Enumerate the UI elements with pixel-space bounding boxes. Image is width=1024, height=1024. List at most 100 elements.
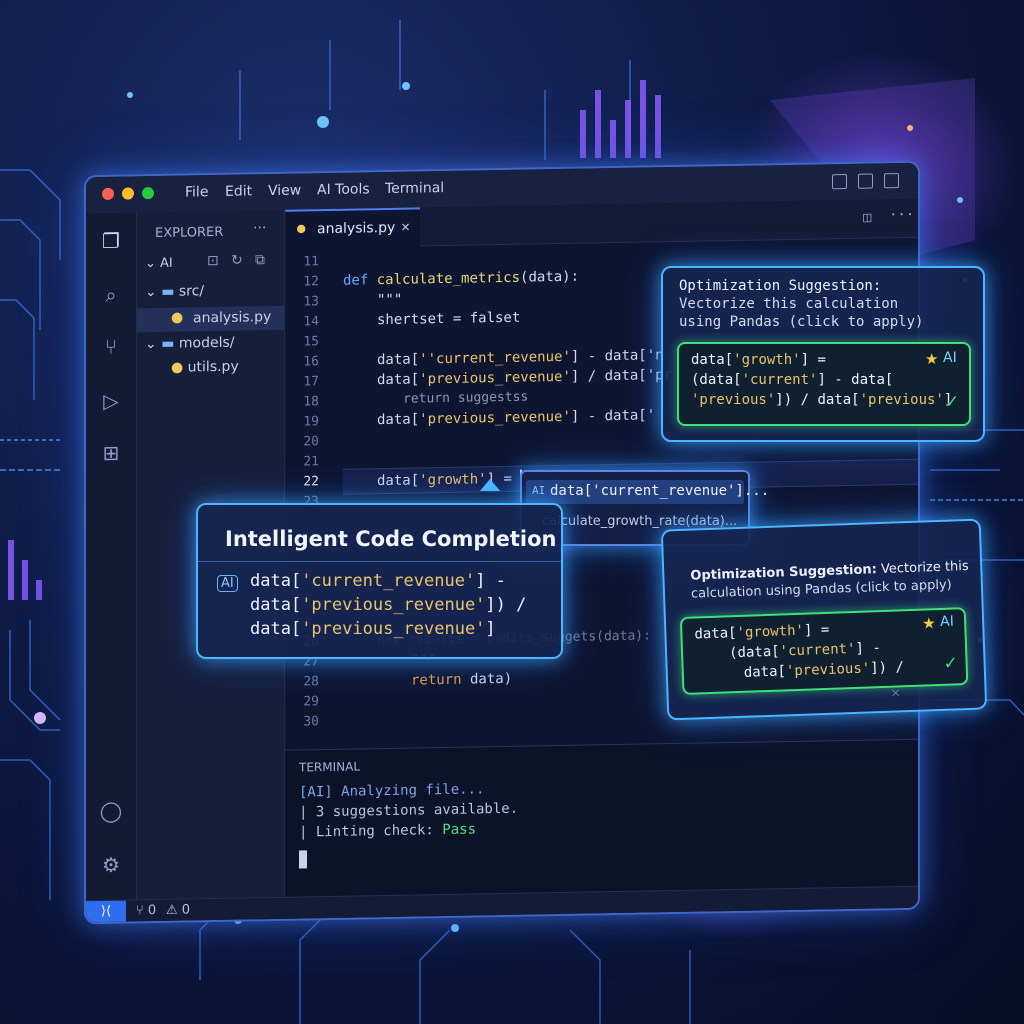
menu-terminal[interactable]: Terminal	[385, 180, 444, 197]
optimization-suggestion-bottom[interactable]: Optimization Suggestion: Vectorize this …	[660, 518, 988, 721]
toggle-panel-icon[interactable]	[858, 173, 873, 189]
run-debug-icon[interactable]: ▷	[99, 389, 123, 413]
python-file-icon: ●	[171, 309, 184, 326]
apply-check-icon[interactable]: ✓	[945, 392, 959, 412]
layout-icon[interactable]	[884, 173, 899, 189]
line-number: 15	[303, 334, 319, 350]
suggestion-code-line: data['growth'] =	[694, 621, 830, 643]
suggestion-code-line: data['previous']) /	[743, 659, 905, 681]
line-number: 16	[303, 354, 319, 370]
tree-folder-src[interactable]: ⌄ ▬ src/	[145, 283, 204, 300]
chevron-down-icon: ⌄	[145, 335, 162, 353]
suggestion-code-line: data['growth'] =	[691, 352, 826, 368]
source-control-icon[interactable]: ⑂	[99, 335, 123, 359]
refresh-icon[interactable]: ↻	[231, 253, 243, 269]
line-number: 28	[303, 674, 319, 690]
extensions-icon[interactable]: ⊞	[99, 441, 123, 465]
line-number-active: 22	[303, 474, 319, 490]
code-line-22: data['growth'] =	[377, 469, 523, 490]
ai-label: AI	[939, 613, 955, 630]
apply-check-icon[interactable]: ✓	[943, 653, 958, 673]
explorer-root[interactable]: ⌄ AI	[145, 256, 173, 271]
autocomplete-item[interactable]: calculate_growth_rate(data)...	[542, 514, 737, 529]
suggestion-code-preview[interactable]: data['growth'] = (data['current'] - data…	[679, 607, 969, 695]
close-window-button[interactable]	[102, 187, 114, 200]
new-folder-icon[interactable]: ⊡	[207, 253, 219, 269]
popup-pointer	[480, 479, 500, 491]
code-line-14: shertset = falset	[377, 309, 521, 329]
line-number: 12	[303, 274, 319, 290]
terminal-panel[interactable]: TERMINAL [AI] Analyzing file... | 3 sugg…	[285, 738, 918, 898]
suggestion-title: Optimization Suggestion:	[679, 278, 882, 294]
close-icon[interactable]: ×	[890, 685, 901, 699]
more-actions-icon[interactable]: ···	[889, 207, 914, 223]
completion-title: Intelligent Code Completion	[225, 527, 557, 551]
completion-line: data['previous_revenue']	[250, 619, 496, 639]
folder-icon: ▬	[161, 283, 179, 300]
minimize-window-button[interactable]	[122, 187, 134, 200]
suggestion-desc: using Pandas (click to apply)	[679, 314, 924, 330]
python-file-icon: ●	[171, 359, 188, 376]
tree-folder-models[interactable]: ⌄ ▬ models/	[145, 335, 234, 353]
line-number: 29	[303, 694, 319, 710]
menu-ai-tools[interactable]: AI Tools	[317, 181, 370, 198]
ai-icon: AI	[532, 484, 546, 497]
folder-icon: ▬	[161, 335, 179, 352]
ai-label: AI	[943, 350, 957, 366]
explorer-title: EXPLORER	[155, 224, 224, 242]
collapse-all-icon[interactable]: ⧉	[255, 252, 265, 268]
code-line-18: return suggestss	[403, 389, 529, 407]
code-line-28: return data)	[411, 670, 513, 689]
menu-edit[interactable]: Edit	[225, 183, 252, 199]
explorer-more-icon[interactable]: ···	[253, 220, 266, 236]
line-number: 30	[303, 714, 319, 730]
code-line-13: """	[377, 291, 403, 309]
line-number: 19	[303, 414, 319, 430]
autocomplete-item-selected[interactable]: AI data['current_revenue']...	[526, 480, 769, 504]
chevron-down-icon: ⌄	[145, 283, 162, 301]
completion-line: data['previous_revenue']) /	[250, 595, 527, 615]
suggestion-desc: Vectorize this calculation	[679, 296, 899, 312]
terminal-title: TERMINAL	[299, 759, 361, 775]
star-icon: ★	[925, 350, 939, 368]
tree-file-analysis[interactable]: ● analysis.py	[137, 305, 284, 333]
chevron-down-icon: ⌄	[145, 255, 161, 272]
files-icon[interactable]: ❐	[99, 229, 123, 253]
code-completion-popup[interactable]: Intelligent Code Completion AI data['cur…	[196, 503, 563, 659]
branch-status[interactable]: ⑂ 0	[136, 903, 156, 918]
code-line-19: data['previous_revenue'] - data['	[377, 407, 656, 429]
activity-bar: ❐ ⌕ ⑂ ▷ ⊞ ◯ ⚙	[86, 212, 137, 901]
line-number: 21	[303, 454, 319, 470]
line-number: 14	[303, 314, 319, 330]
ai-badge-icon: AI	[217, 575, 238, 592]
split-editor-icon[interactable]: ◫	[863, 210, 871, 226]
line-number: 20	[303, 434, 319, 450]
menu-file[interactable]: File	[185, 184, 208, 200]
divider	[198, 561, 561, 562]
suggestion-code-line: 'previous']) / data['previous']	[691, 392, 953, 408]
maximize-window-button[interactable]	[142, 187, 154, 200]
suggestion-code-line: (data['current'] -	[728, 640, 882, 662]
optimization-suggestion-top[interactable]: Optimization Suggestion: Vectorize this …	[661, 266, 985, 442]
terminal-line: [AI] Analyzing file...	[299, 781, 485, 801]
tree-file-utils[interactable]: ● utils.py	[171, 359, 239, 376]
code-line-17: data['previous_revenue'] / data['pr	[377, 367, 673, 389]
search-icon[interactable]: ⌕	[99, 283, 123, 307]
settings-gear-icon[interactable]: ⚙	[99, 853, 123, 877]
terminal-line: | 3 suggestions available.	[299, 800, 519, 821]
tab-analysis-py[interactable]: ● analysis.py ×	[285, 207, 420, 250]
line-number: 13	[303, 294, 319, 310]
code-line-16: data[''current_revenue'] - data['n	[377, 347, 664, 369]
warnings-status[interactable]: ⚠ 0	[166, 902, 190, 917]
account-icon[interactable]: ◯	[99, 799, 123, 823]
tab-close-icon[interactable]: ×	[401, 218, 410, 236]
completion-line: data['current_revenue'] -	[250, 571, 506, 591]
remote-icon[interactable]: ⟩⟨	[86, 900, 126, 924]
code-line-12: def calculate_metrics(data):	[343, 268, 580, 289]
menu-view[interactable]: View	[268, 183, 301, 200]
line-number: 18	[303, 394, 319, 410]
toggle-sidebar-icon[interactable]	[832, 173, 847, 190]
suggestion-code-preview[interactable]: data['growth'] = (data['current'] - data…	[677, 342, 971, 426]
line-number: 17	[303, 374, 319, 390]
terminal-line: | Linting check: Pass	[299, 821, 477, 841]
